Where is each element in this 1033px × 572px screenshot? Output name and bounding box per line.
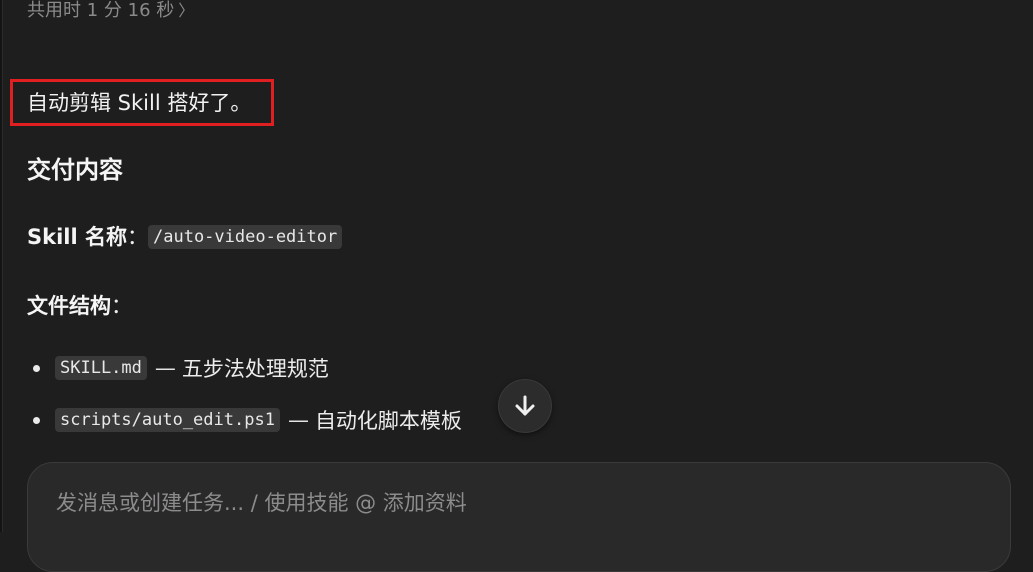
panel-edge [0, 0, 3, 532]
message-input[interactable] [56, 491, 956, 515]
elapsed-time-toggle[interactable]: 共用时 1 分 16 秒〉 [27, 0, 194, 22]
summary-text: 自动剪辑 Skill 搭好了。 [27, 91, 252, 115]
elapsed-time-text: 共用时 1 分 16 秒 [27, 0, 175, 21]
file-list: SKILL.md — 五步法处理规范 scripts/auto_edit.ps1… [27, 353, 462, 457]
skill-name-line: Skill 名称： /auto-video-editor [27, 222, 343, 252]
em-dash: — [154, 356, 176, 380]
arrow-down-icon [515, 395, 535, 416]
chevron-right-icon: 〉 [178, 1, 195, 20]
file-description: 自动化脚本模板 [314, 409, 462, 433]
composer-box[interactable] [27, 462, 1011, 572]
deliverables-heading: 交付内容 [27, 156, 123, 184]
list-item: SKILL.md — 五步法处理规范 [27, 353, 462, 383]
file-code: scripts/auto_edit.ps1 [55, 408, 280, 432]
scroll-to-bottom-button[interactable] [498, 379, 552, 433]
file-description: 五步法处理规范 [181, 357, 329, 381]
skill-name-colon: ： [127, 225, 148, 249]
file-code: SKILL.md [55, 356, 147, 380]
bullet-dot [33, 416, 40, 424]
list-item: scripts/auto_edit.ps1 — 自动化脚本模板 [27, 405, 462, 435]
bullet-dot [33, 364, 40, 372]
skill-name-code: /auto-video-editor [148, 225, 343, 249]
file-structure-label: 文件结构 [27, 294, 111, 318]
file-structure-colon: ： [111, 294, 132, 318]
skill-name-label: Skill 名称 [27, 225, 127, 249]
em-dash: — [287, 408, 309, 432]
file-structure-line: 文件结构： [27, 291, 132, 321]
